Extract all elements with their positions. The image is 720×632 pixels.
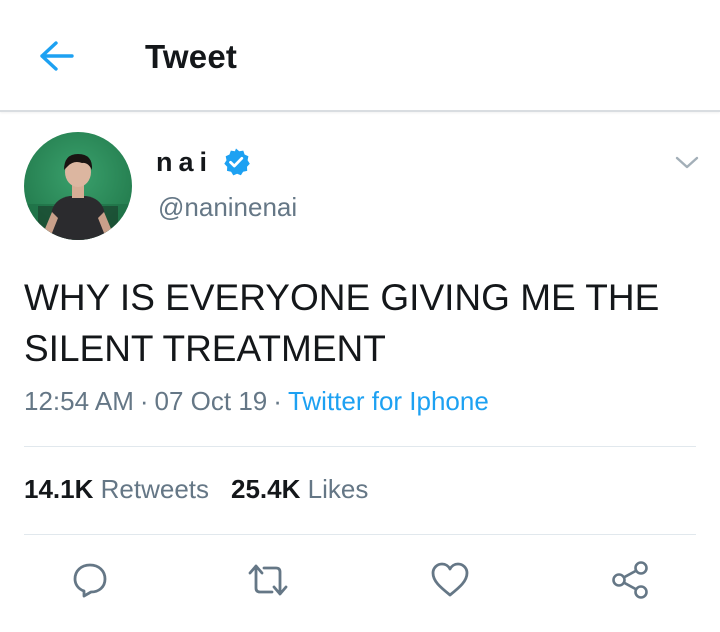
- back-button[interactable]: [30, 34, 82, 78]
- meta-separator: ·: [273, 386, 282, 416]
- tweet-detail-screen: Tweet nai @naninenai WHY IS EVERYONE GIV…: [0, 0, 720, 632]
- tweet-metadata: 12:54 AM · 07 Oct 19 · Twitter for Iphone: [24, 386, 489, 417]
- divider: [24, 534, 696, 535]
- tweet-action-bar: [0, 550, 720, 610]
- tweet-date: 07 Oct 19: [154, 386, 268, 416]
- meta-separator: ·: [139, 386, 149, 416]
- reply-button[interactable]: [64, 554, 116, 606]
- heart-icon: [431, 562, 469, 597]
- reply-icon: [73, 563, 107, 598]
- retweets-count: 14.1K: [24, 474, 94, 504]
- like-button[interactable]: [424, 554, 476, 606]
- display-name-row[interactable]: nai: [156, 142, 251, 182]
- top-app-bar: Tweet: [0, 0, 720, 112]
- more-options-button[interactable]: [670, 148, 704, 178]
- likes-label: Likes: [307, 474, 369, 504]
- avatar[interactable]: [24, 132, 132, 240]
- likes-stat[interactable]: 25.4K Likes: [231, 474, 368, 504]
- share-icon: [612, 561, 648, 599]
- arrow-left-icon: [40, 41, 74, 71]
- tweet-time: 12:54 AM: [24, 386, 134, 416]
- likes-count: 25.4K: [231, 474, 301, 504]
- tweet-text: WHY IS EVERYONE GIVING ME THE SILENT TRE…: [24, 277, 660, 369]
- retweets-label: Retweets: [100, 474, 210, 504]
- profile-photo: [24, 132, 132, 240]
- retweet-button[interactable]: [242, 554, 294, 606]
- user-handle[interactable]: @naninenai: [158, 192, 297, 223]
- divider: [24, 446, 696, 447]
- retweets-stat[interactable]: 14.1K Retweets: [24, 474, 209, 504]
- share-button[interactable]: [604, 554, 656, 606]
- retweet-icon: [248, 564, 288, 596]
- page-title: Tweet: [145, 38, 238, 75]
- chevron-down-icon: [675, 156, 699, 169]
- verified-badge-icon: [224, 148, 250, 176]
- engagement-stats: 14.1K Retweets 25.4K Likes: [24, 474, 390, 505]
- tweet-source-link[interactable]: Twitter for Iphone: [288, 386, 489, 416]
- display-name: nai: [156, 146, 214, 177]
